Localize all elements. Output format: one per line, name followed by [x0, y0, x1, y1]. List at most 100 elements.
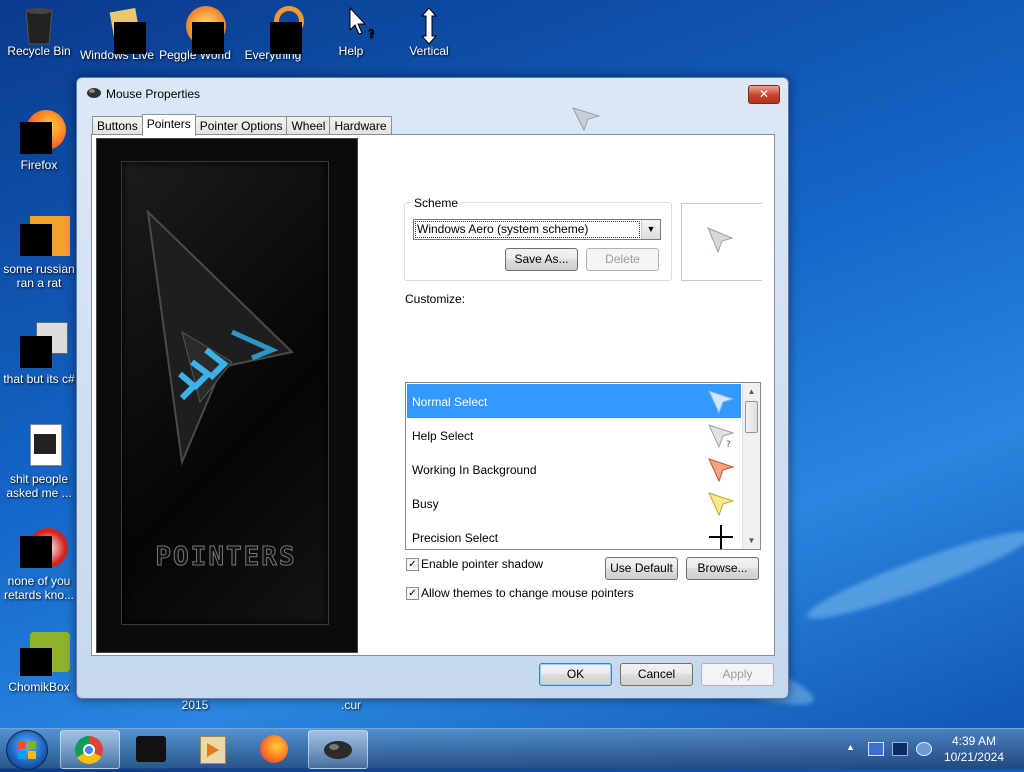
clock-time: 4:39 AM	[951, 734, 996, 748]
window-title: Mouse Properties	[106, 87, 201, 101]
clock-date: 10/21/2024	[943, 750, 1004, 764]
tab-hardware[interactable]: Hardware	[329, 116, 392, 135]
preview-art: POINTERS	[121, 161, 329, 625]
pointer-scheme-preview: POINTERS	[96, 138, 358, 653]
desktop-icon-shit-people[interactable]: shit people asked me ...	[0, 424, 78, 500]
ok-button[interactable]: OK	[539, 663, 612, 686]
list-scrollbar[interactable]: ▲ ▼	[742, 383, 760, 549]
tab-pointers[interactable]: Pointers	[141, 114, 196, 136]
mouse-icon	[324, 741, 352, 759]
volume-tray-icon[interactable]	[916, 742, 932, 756]
title-bar[interactable]: Mouse Properties ✕	[77, 78, 788, 108]
desktop-icon-peggle-world[interactable]: Peggle World	[156, 6, 234, 62]
scroll-up-icon[interactable]: ▲	[743, 383, 760, 400]
desktop-icon-everything[interactable]: Everything	[234, 6, 312, 62]
desktop-icon-label: ChomikBox	[8, 680, 70, 694]
apply-button[interactable]: Apply	[701, 663, 774, 686]
file-icon	[22, 424, 62, 466]
help-cursor-icon: ?	[334, 6, 375, 41]
pointers-tab-panel: POINTERS Scheme Windows Aero (system sch…	[91, 134, 775, 656]
arrow-cursor-icon	[708, 390, 735, 415]
scheme-group: Scheme Windows Aero (system scheme) ▼ Sa…	[404, 196, 672, 281]
taskbar-chrome[interactable]	[60, 730, 120, 769]
everything-icon	[256, 6, 304, 54]
delete-button[interactable]: Delete	[586, 248, 659, 271]
mouse-properties-window: Mouse Properties ✕ Buttons Pointers Poin…	[76, 77, 789, 699]
current-pointer-preview	[681, 203, 762, 281]
desktop-partial-label: .cur	[340, 698, 361, 712]
pointer-name: Help Select	[412, 429, 474, 443]
pointer-name: Working In Background	[412, 463, 537, 477]
pointer-name: Busy	[412, 497, 439, 511]
desktop-icon-recycle-bin[interactable]: Recycle Bin	[0, 6, 78, 58]
pointer-name: Normal Select	[412, 395, 488, 409]
list-item[interactable]: Busy	[407, 486, 741, 520]
wallpaper-streak	[802, 519, 1024, 631]
taskbar-firefox[interactable]	[246, 730, 304, 767]
desktop-icon-label: Firefox	[20, 158, 58, 172]
desktop-icon-csharp[interactable]: that but its c#	[0, 322, 78, 386]
show-hidden-icons-icon[interactable]: ▲	[846, 742, 855, 752]
close-button[interactable]: ✕	[748, 85, 780, 104]
desktop-icon-firefox[interactable]: Firefox	[0, 110, 78, 172]
tab-pointer-options[interactable]: Pointer Options	[194, 116, 288, 135]
chevron-down-icon[interactable]: ▼	[641, 220, 660, 239]
browse-button[interactable]: Browse...	[686, 557, 759, 580]
app-icon	[20, 528, 68, 568]
desktop-icon-label: that but its c#	[3, 372, 75, 386]
customize-label: Customize:	[405, 292, 466, 306]
media-player-icon	[200, 736, 226, 764]
list-item[interactable]: Working In Background	[407, 452, 741, 486]
cancel-button[interactable]: Cancel	[620, 663, 693, 686]
start-button[interactable]	[6, 730, 48, 770]
desktop-icon-help[interactable]: ? Help	[312, 6, 390, 58]
scheme-select[interactable]: Windows Aero (system scheme) ▼	[413, 219, 661, 240]
list-item[interactable]: Help Select ?	[407, 418, 741, 452]
desktop-partial-label: 2015	[181, 698, 209, 712]
windows-live-icon	[100, 7, 146, 54]
desktop-icon-russian[interactable]: some russian ran a rat	[0, 216, 78, 290]
desktop-icon-label: shit people asked me ...	[6, 472, 72, 500]
desktop-icon-label: some russian ran a rat	[3, 262, 75, 290]
desktop-icon-windows-live[interactable]: Windows Live	[78, 7, 156, 62]
system-clock[interactable]: 4:39 AM 10/21/2024	[944, 733, 1004, 765]
allow-themes-checkbox[interactable]: ✓	[406, 587, 419, 600]
vertical-resize-icon	[412, 6, 446, 45]
pointer-list[interactable]: Normal Select Help Select ? Working In B…	[405, 382, 761, 550]
firefox-icon	[260, 735, 288, 763]
arrow-cursor-icon	[572, 107, 601, 132]
svg-text:?: ?	[368, 27, 374, 41]
scheme-legend: Scheme	[411, 196, 462, 210]
app-icon	[136, 736, 166, 762]
allow-themes-label: Allow themes to change mouse pointers	[421, 586, 634, 600]
save-as-button[interactable]: Save As...	[505, 248, 578, 271]
preview-brand-text: POINTERS	[155, 542, 297, 573]
desktop-icon-label: Vertical	[409, 44, 449, 58]
busy-cursor-icon	[708, 492, 735, 517]
network-tray-icon[interactable]	[868, 742, 884, 756]
desktop-icon-none-of-you[interactable]: none of you retards kno...	[0, 528, 78, 602]
scroll-thumb[interactable]	[745, 401, 758, 433]
desktop-icon-vertical[interactable]: Vertical	[390, 6, 468, 58]
chrome-icon	[75, 736, 103, 764]
use-default-button[interactable]: Use Default	[605, 557, 678, 580]
tab-buttons[interactable]: Buttons	[92, 116, 143, 135]
tab-strip: Buttons Pointers Pointer Options Wheel H…	[92, 114, 392, 136]
taskbar-mouse-properties[interactable]	[308, 730, 368, 769]
list-item[interactable]: Precision Select	[407, 520, 741, 549]
app-icon	[20, 322, 68, 368]
enable-shadow-checkbox[interactable]: ✓	[406, 558, 419, 571]
desktop-icon-label: none of you retards kno...	[3, 574, 75, 602]
taskbar-app[interactable]	[122, 730, 180, 767]
tab-wheel[interactable]: Wheel	[286, 116, 331, 135]
recycle-bin-icon	[22, 6, 56, 45]
desktop-icon-label: Recycle Bin	[7, 44, 71, 58]
pointer-name: Precision Select	[412, 531, 499, 545]
list-item[interactable]: Normal Select	[407, 384, 741, 418]
desktop-icon-chomikbox[interactable]: ChomikBox	[0, 632, 78, 694]
taskbar-media-player[interactable]	[184, 730, 242, 767]
svg-text:?: ?	[726, 440, 731, 449]
enable-shadow-label: Enable pointer shadow	[421, 557, 544, 571]
scroll-down-icon[interactable]: ▼	[743, 532, 760, 549]
display-tray-icon[interactable]	[892, 742, 908, 756]
